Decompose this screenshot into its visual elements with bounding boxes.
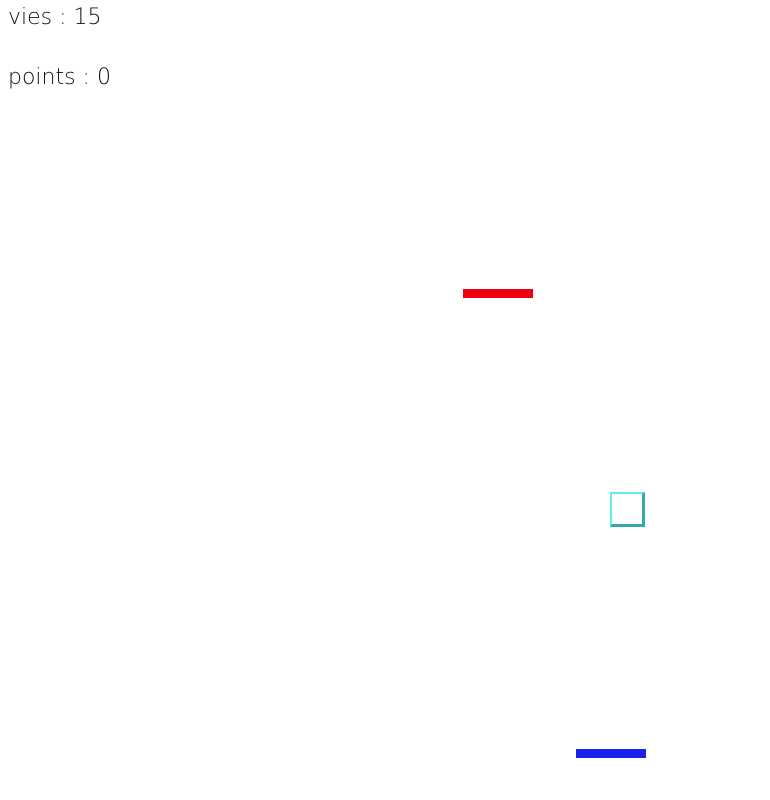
- player-paddle[interactable]: [576, 749, 646, 758]
- game-canvas[interactable]: vies : 15 points : 0: [0, 0, 770, 800]
- points-counter: points : 0: [8, 65, 111, 90]
- enemy-paddle: [463, 289, 533, 298]
- ball: [610, 492, 645, 527]
- lives-counter: vies : 15: [8, 5, 102, 30]
